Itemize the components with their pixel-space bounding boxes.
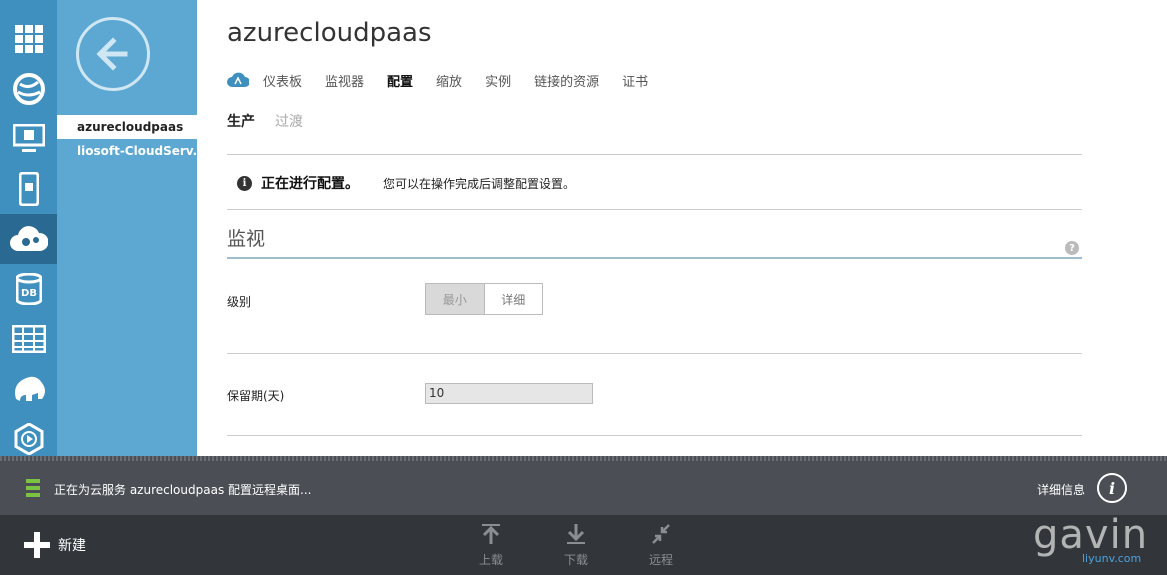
remote-label: 远程: [648, 553, 673, 567]
new-label: 新建: [58, 538, 86, 554]
cloud-services-icon[interactable]: [0, 214, 57, 264]
info-icon: i: [237, 175, 252, 191]
upload-label: 上载: [478, 553, 503, 567]
divider: [227, 353, 1082, 354]
notice-text: 您可以在操作完成后调整配置设置。: [383, 176, 576, 191]
service-list-panel: azurecloudpaas liosoft-CloudServ...: [57, 0, 197, 456]
upload-button[interactable]: 上载: [471, 523, 511, 568]
notification-text: 正在为云服务 azurecloudpaas 配置远程桌面...: [54, 483, 312, 497]
page-title: azurecloudpaas: [227, 18, 432, 48]
help-icon[interactable]: ?: [1065, 241, 1079, 255]
section-underline: [227, 257, 1082, 259]
hdinsight-icon[interactable]: [0, 364, 57, 414]
tab-scale[interactable]: 缩放: [436, 71, 462, 90]
tab-certificates[interactable]: 证书: [622, 71, 648, 90]
upload-icon: [482, 524, 500, 544]
arrow-left-icon: [96, 37, 128, 71]
mobile-services-icon[interactable]: [0, 164, 57, 214]
watermark-site: liyunv.com: [1082, 552, 1142, 565]
tab-dashboard[interactable]: 仪表板: [263, 71, 302, 90]
plus-icon: [24, 532, 50, 558]
tab-configure[interactable]: 配置: [387, 71, 413, 90]
notice-title: 正在进行配置。: [261, 176, 359, 192]
details-info-icon[interactable]: i: [1097, 473, 1127, 503]
cloud-service-icon: [227, 72, 249, 87]
new-button[interactable]: 新建: [24, 532, 86, 558]
tab-staging[interactable]: 过渡: [275, 111, 303, 131]
level-verbose-button[interactable]: 详细: [484, 284, 542, 314]
level-label: 级别: [227, 295, 252, 309]
svg-text:DB: DB: [21, 288, 37, 299]
monitoring-section-title: 监视: [227, 228, 266, 250]
download-button[interactable]: 下载: [556, 523, 596, 568]
divider: [227, 154, 1082, 155]
notification-bar-edge: [0, 456, 1167, 461]
sql-databases-icon[interactable]: DB: [0, 264, 57, 314]
virtual-machines-icon[interactable]: [0, 114, 57, 164]
progress-icon: [26, 479, 40, 498]
tab-production[interactable]: 生产: [227, 111, 255, 131]
monitoring-level-toggle: 最小 详细: [425, 283, 543, 315]
retention-label: 保留期(天): [227, 389, 285, 403]
tab-monitor[interactable]: 监视器: [325, 71, 364, 90]
back-button[interactable]: [76, 17, 150, 91]
remote-button[interactable]: 远程: [641, 523, 681, 568]
websites-icon[interactable]: [0, 64, 57, 114]
all-items-icon[interactable]: [0, 14, 57, 64]
tab-instances[interactable]: 实例: [485, 71, 511, 90]
retention-days-input[interactable]: 10: [425, 383, 593, 404]
config-in-progress-notice: i 正在进行配置。 您可以在操作完成后调整配置设置。: [237, 173, 575, 193]
service-list-item[interactable]: liosoft-CloudServ...: [57, 139, 197, 163]
details-link[interactable]: 详细信息: [1037, 481, 1085, 498]
divider: [227, 435, 1082, 436]
environment-tabs: 生产 过渡: [227, 111, 323, 131]
service-list-item[interactable]: azurecloudpaas: [57, 115, 197, 139]
storage-icon[interactable]: [0, 314, 57, 364]
service-rail: DB: [0, 0, 57, 456]
tab-linked-resources[interactable]: 链接的资源: [534, 71, 599, 90]
level-minimal-button[interactable]: 最小: [426, 284, 485, 314]
download-label: 下载: [563, 553, 588, 567]
download-icon: [567, 524, 585, 544]
remote-icon: [652, 524, 670, 544]
section-tabs: 仪表板 监视器 配置 缩放 实例 链接的资源 证书: [227, 70, 671, 90]
divider: [227, 209, 1082, 210]
